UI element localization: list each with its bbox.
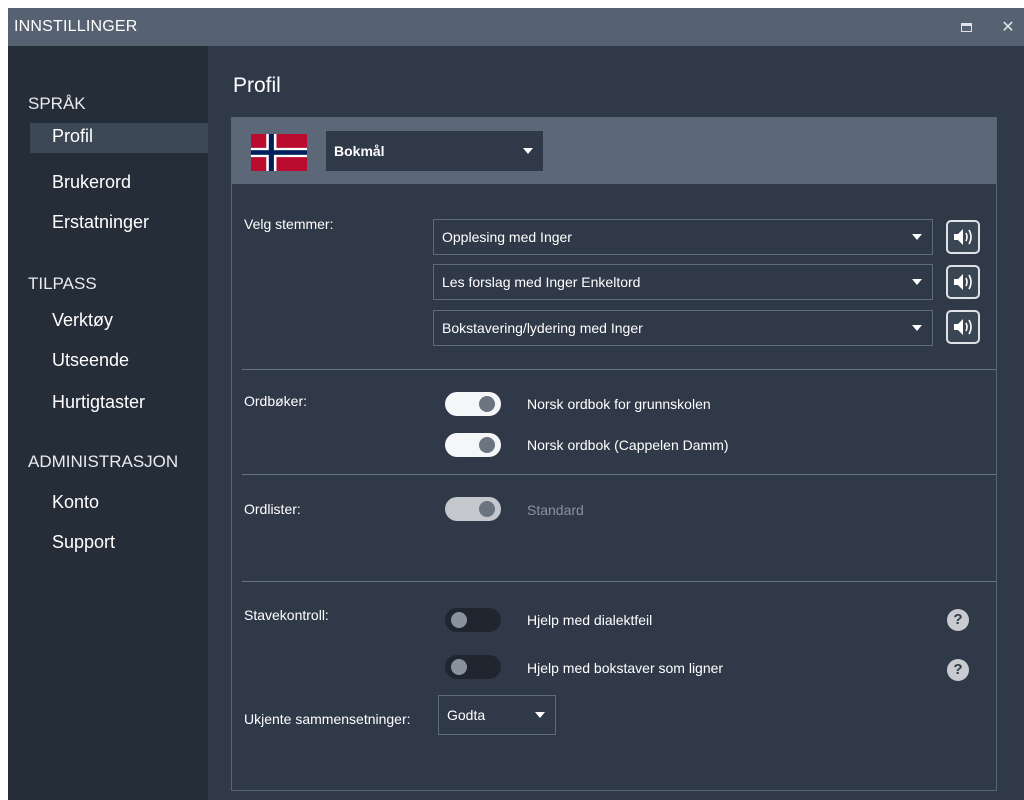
sidebar-item-brukerord[interactable]: Brukerord [52, 172, 131, 193]
sidebar-item-verktoy[interactable]: Verktøy [52, 310, 113, 331]
maximize-button[interactable] [956, 17, 976, 37]
sidebar-item-erstatninger[interactable]: Erstatninger [52, 212, 149, 233]
close-button[interactable]: ✕ [998, 17, 1018, 37]
dialect-errors-label: Hjelp med dialektfeil [527, 612, 653, 628]
dictionaries-label: Ordbøker: [244, 393, 308, 409]
sidebar-heading-tilpass: TILPASS [28, 274, 97, 293]
sidebar-item-konto[interactable]: Konto [52, 492, 99, 513]
dictionary-cappelen-label: Norsk ordbok (Cappelen Damm) [527, 437, 729, 453]
sidebar-item-support[interactable]: Support [52, 532, 115, 553]
divider [242, 581, 996, 582]
toggle-knob [451, 659, 467, 675]
voice-dropdown-reading-value: Opplesing med Inger [442, 229, 572, 245]
similar-letters-toggle[interactable] [445, 655, 501, 679]
divider [242, 474, 996, 475]
voice-dropdown-suggestions-value: Les forslag med Inger Enkeltord [442, 274, 641, 290]
divider [242, 369, 996, 370]
compounds-dropdown[interactable]: Godta [438, 695, 556, 735]
toggle-knob [479, 396, 495, 412]
wordlists-label: Ordlister: [244, 501, 301, 517]
speaker-icon [954, 229, 972, 245]
voice-dropdown-spelling-value: Bokstavering/lydering med Inger [442, 320, 643, 336]
close-icon: ✕ [1001, 19, 1015, 36]
speaker-icon [954, 274, 972, 290]
sidebar-item-profil[interactable]: Profil [52, 126, 93, 147]
chevron-down-icon [912, 234, 922, 240]
sidebar-item-hurtigtaster[interactable]: Hurtigtaster [52, 392, 145, 413]
similar-letters-label: Hjelp med bokstaver som ligner [527, 660, 724, 676]
dictionary-cappelen-toggle[interactable] [445, 433, 501, 457]
sidebar: SPRÅK Profil Brukerord Erstatninger TILP… [8, 46, 208, 800]
play-voice-suggestions-button[interactable] [946, 265, 980, 299]
toggle-knob [479, 501, 495, 517]
window-title: INNSTILLINGER [14, 18, 138, 35]
sidebar-heading-administrasjon: ADMINISTRASJON [28, 452, 179, 471]
wordlist-standard-toggle[interactable] [445, 497, 501, 521]
help-dialect-icon[interactable]: ? [947, 609, 969, 631]
play-voice-spelling-button[interactable] [946, 310, 980, 344]
spellcheck-label: Stavekontroll: [244, 607, 329, 623]
language-dropdown-value: Bokmål [334, 143, 385, 159]
compounds-dropdown-value: Godta [447, 707, 486, 723]
dictionary-grunnskolen-label: Norsk ordbok for grunnskolen [527, 396, 711, 412]
voice-dropdown-reading[interactable]: Opplesing med Inger [433, 219, 933, 255]
language-dropdown[interactable]: Bokmål [326, 131, 543, 171]
norway-flag-icon [251, 134, 307, 171]
chevron-down-icon [912, 279, 922, 285]
dialect-errors-toggle[interactable] [445, 608, 501, 632]
page-title: Profil [233, 74, 281, 97]
voice-dropdown-spelling[interactable]: Bokstavering/lydering med Inger [433, 310, 933, 346]
toggle-knob [451, 612, 467, 628]
chevron-down-icon [912, 325, 922, 331]
dictionary-grunnskolen-toggle[interactable] [445, 392, 501, 416]
wordlist-standard-label: Standard [527, 502, 584, 518]
play-voice-reading-button[interactable] [946, 220, 980, 254]
maximize-icon [960, 22, 972, 32]
voices-label: Velg stemmer: [244, 216, 334, 232]
title-bar: INNSTILLINGER ✕ [8, 8, 1024, 46]
language-header: Bokmål [232, 118, 996, 184]
voice-dropdown-suggestions[interactable]: Les forslag med Inger Enkeltord [433, 264, 933, 300]
sidebar-heading-sprak: SPRÅK [28, 94, 86, 113]
chevron-down-icon [535, 712, 545, 718]
sidebar-item-utseende[interactable]: Utseende [52, 350, 129, 371]
compounds-label: Ukjente sammensetninger: [244, 711, 411, 727]
settings-window: INNSTILLINGER ✕ SPRÅK Profil Brukerord E… [8, 8, 1024, 800]
chevron-down-icon [523, 148, 533, 154]
help-similar-letters-icon[interactable]: ? [947, 659, 969, 681]
toggle-knob [479, 437, 495, 453]
speaker-icon [954, 319, 972, 335]
profile-panel: Bokmål Velg stemmer: Opplesing med Inger… [231, 117, 997, 791]
